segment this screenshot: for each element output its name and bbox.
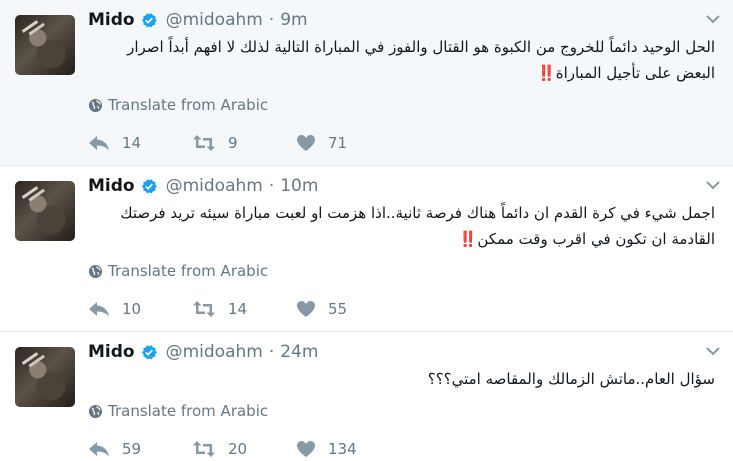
reply-icon: [89, 442, 109, 457]
retweet-icon: [193, 135, 215, 151]
tweet-timestamp[interactable]: 24m: [280, 342, 318, 362]
separator-dot: ·: [268, 342, 275, 362]
tweet-text: الحل الوحيد دائماً للخروج من الكبوة هو ا…: [127, 38, 715, 82]
tweet[interactable]: Mido @midoahm · 10m اجمل شيء في كرة القد…: [0, 166, 733, 332]
timeline: Mido @midoahm · 9m الحل الوحيد دائماً لل…: [0, 0, 733, 460]
tweet-actions: 10 14 55: [88, 300, 400, 318]
avatar[interactable]: [15, 15, 75, 75]
retweet-count: 14: [228, 300, 248, 318]
author-name[interactable]: Mido: [88, 176, 135, 196]
tweet-header: Mido @midoahm · 24m: [88, 340, 318, 364]
retweet-count: 9: [228, 134, 238, 152]
retweet-button[interactable]: 14: [192, 300, 296, 318]
translate-label: Translate from Arabic: [108, 96, 269, 114]
globe-icon: [88, 98, 103, 112]
like-button[interactable]: 134: [296, 440, 400, 458]
like-count: 134: [328, 440, 357, 458]
reply-icon: [89, 136, 109, 151]
separator-dot: ·: [268, 10, 275, 30]
translate-label: Translate from Arabic: [108, 262, 269, 280]
reply-count: 59: [122, 440, 142, 458]
author-handle[interactable]: @midoahm: [166, 10, 263, 30]
retweet-icon: [193, 301, 215, 317]
verified-badge-icon: [141, 179, 157, 194]
tweet[interactable]: Mido @midoahm · 9m الحل الوحيد دائماً لل…: [0, 0, 733, 166]
retweet-button[interactable]: 9: [192, 134, 296, 152]
reply-count: 14: [122, 134, 142, 152]
tweet-header: Mido @midoahm · 9m: [88, 8, 308, 32]
author-name[interactable]: Mido: [88, 10, 135, 30]
retweet-button[interactable]: 20: [192, 440, 296, 458]
author-name[interactable]: Mido: [88, 342, 135, 362]
like-button[interactable]: 71: [296, 134, 400, 152]
avatar[interactable]: [15, 347, 75, 407]
tweet[interactable]: Mido @midoahm · 24m سؤال العام..ماتش الز…: [0, 332, 733, 460]
reply-button[interactable]: 10: [88, 300, 192, 318]
caret-down-icon[interactable]: [705, 180, 721, 190]
like-heart-icon: [297, 135, 315, 151]
author-handle[interactable]: @midoahm: [166, 176, 263, 196]
reply-count: 10: [122, 300, 142, 318]
avatar[interactable]: [15, 181, 75, 241]
author-handle[interactable]: @midoahm: [166, 342, 263, 362]
tweet-header: Mido @midoahm · 10m: [88, 174, 318, 198]
globe-icon: [88, 264, 103, 278]
retweet-count: 20: [228, 440, 248, 458]
caret-down-icon[interactable]: [705, 14, 721, 24]
like-heart-icon: [297, 301, 315, 317]
like-count: 71: [328, 134, 348, 152]
tweet-actions: 59 20 134: [88, 440, 400, 458]
tweet-actions: 14 9 71: [88, 134, 400, 152]
translate-link[interactable]: Translate from Arabic: [88, 96, 268, 114]
tweet-text: اجمل شيء في كرة القدم ان دائماً هناك فرص…: [120, 204, 715, 248]
verified-badge-icon: [141, 13, 157, 28]
reply-icon: [89, 302, 109, 317]
like-count: 55: [328, 300, 348, 318]
separator-dot: ·: [268, 176, 275, 196]
tweet-timestamp[interactable]: 9m: [280, 10, 307, 30]
translate-link[interactable]: Translate from Arabic: [88, 262, 268, 280]
verified-badge-icon: [141, 345, 157, 360]
reply-button[interactable]: 14: [88, 134, 192, 152]
translate-link[interactable]: Translate from Arabic: [88, 402, 268, 420]
retweet-icon: [193, 441, 215, 457]
globe-icon: [88, 404, 103, 418]
reply-button[interactable]: 59: [88, 440, 192, 458]
translate-label: Translate from Arabic: [108, 402, 269, 420]
like-heart-icon: [297, 441, 315, 457]
tweet-text: سؤال العام..ماتش الزمالك والمقاصه امتي؟؟…: [427, 370, 715, 388]
like-button[interactable]: 55: [296, 300, 400, 318]
tweet-timestamp[interactable]: 10m: [280, 176, 318, 196]
caret-down-icon[interactable]: [705, 346, 721, 356]
